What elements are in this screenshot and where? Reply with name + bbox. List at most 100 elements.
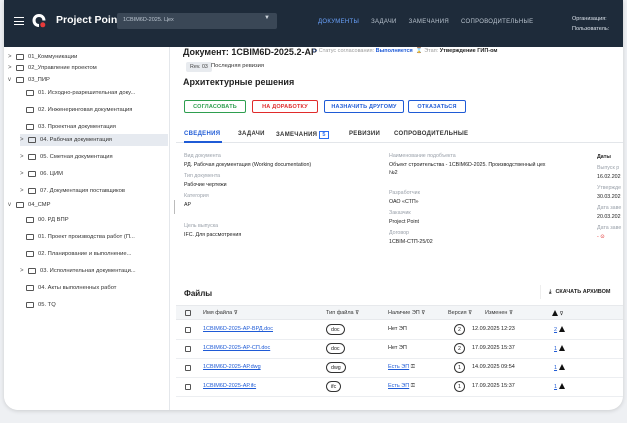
- info-label: Дата заве: [597, 205, 622, 211]
- ep-status[interactable]: Есть ЭП ⚿: [388, 364, 415, 371]
- tree-item[interactable]: >05. Сметная документация: [20, 151, 168, 163]
- tree-item[interactable]: 03. Проектная документация: [26, 121, 168, 133]
- tree-item[interactable]: v 04_СМР: [8, 199, 168, 211]
- tab-remarks[interactable]: ЗАМЕЧАНИЯ 5: [276, 131, 329, 139]
- caret-icon: >: [8, 65, 12, 71]
- info-doc-type: Вид документа РД. Рабочая документация (…: [184, 153, 384, 169]
- tab-revisions[interactable]: РЕВИЗИИ: [349, 131, 380, 137]
- select-all-checkbox[interactable]: [185, 310, 191, 316]
- status-label: Статус согласования:: [318, 48, 375, 54]
- col-remarks[interactable]: ⊽: [550, 310, 564, 317]
- remarks-count[interactable]: 1: [554, 383, 566, 390]
- nav-tasks[interactable]: ЗАДАЧИ: [371, 19, 397, 25]
- tree-item-label: 01. Исходно-разрешительная доку...: [38, 90, 136, 96]
- tree-item[interactable]: v 03_ПИР: [8, 74, 168, 86]
- tree-item[interactable]: >02_Управление проектом: [8, 62, 168, 74]
- remarks-count[interactable]: 1: [554, 364, 566, 371]
- file-name-link[interactable]: 1CBIM6D-2025-АР-ВРД.doc: [203, 326, 273, 332]
- col-ep[interactable]: Наличие ЭП ⊽: [388, 310, 425, 316]
- info-label: Тип документа: [184, 173, 221, 179]
- ep-link[interactable]: Есть ЭП: [388, 383, 409, 389]
- chevron-down-icon: ▼: [264, 15, 270, 21]
- refuse-button[interactable]: ОТКАЗАТЬСЯ: [408, 100, 466, 113]
- tree-item[interactable]: 00. РД ВПР: [26, 214, 168, 226]
- tree-item[interactable]: 01. Проект производства работ (П...: [26, 231, 168, 243]
- tree-item[interactable]: 02. Планирование и выполнение...: [26, 248, 168, 260]
- approval-icon: ▷: [313, 48, 318, 54]
- tree-item[interactable]: 05. ТQ: [26, 299, 168, 311]
- rework-button[interactable]: НА ДОРАБОТКУ: [252, 100, 318, 113]
- file-type-badge: dwg: [326, 362, 346, 373]
- filter-icon[interactable]: ⊽: [355, 310, 359, 316]
- project-select-value: 1CBIM6D-2025. Цех: [123, 17, 174, 23]
- folder-icon: [26, 90, 34, 96]
- version-badge: 1: [454, 362, 465, 373]
- tree-item-selected[interactable]: >04. Рабочая документация: [20, 134, 168, 146]
- tree-item[interactable]: >03. Исполнительная документаци...: [20, 265, 168, 277]
- menu-icon[interactable]: [14, 17, 24, 25]
- nav-remarks[interactable]: ЗАМЕЧАНИЯ: [409, 19, 449, 25]
- row-checkbox[interactable]: [185, 365, 191, 371]
- approval-status: ▷ Статус согласования: Выполняется ⌛ Эта…: [313, 48, 497, 54]
- filter-icon[interactable]: ⊽: [421, 310, 425, 316]
- file-name-link[interactable]: 1CBIM6D-2025-АР-СП.doc: [203, 345, 270, 351]
- remarks-count-link[interactable]: 1: [554, 346, 557, 352]
- tab-tasks[interactable]: ЗАДАЧИ: [238, 131, 265, 137]
- file-name-link[interactable]: 1CBIM6D-2025-АР.dwg: [203, 364, 261, 370]
- table-row[interactable]: 1CBIM6D-2025-АР-ВРД.doc doc Нет ЭП 2 12.…: [176, 321, 623, 340]
- filter-icon[interactable]: ⊽: [234, 310, 238, 316]
- row-checkbox[interactable]: [185, 384, 191, 390]
- caret-icon: >: [20, 137, 24, 143]
- tree-item-label: 02. Инженеринговая документация: [38, 107, 133, 113]
- changed-date: 14.09.2025 09:54: [472, 364, 515, 370]
- approve-button[interactable]: СОГЛАСОВАТЬ: [184, 100, 246, 113]
- info-value: 16.02.202: [597, 174, 621, 180]
- project-select[interactable]: 1CBIM6D-2025. Цех ▼: [117, 13, 277, 29]
- filter-icon[interactable]: ⊽: [468, 310, 472, 316]
- nav-accompanying[interactable]: СОПРОВОДИТЕЛЬНЫЕ: [461, 19, 533, 25]
- table-row[interactable]: 1CBIM6D-2025-АР-СП.doc doc Нет ЭП 2 17.0…: [176, 340, 623, 359]
- ep-link[interactable]: Есть ЭП: [388, 364, 409, 370]
- document-subtitle: Архитектурные решения: [183, 77, 295, 87]
- remarks-count-link[interactable]: 1: [554, 365, 557, 371]
- reassign-button[interactable]: НАЗНАЧИТЬ ДРУГОМУ: [324, 100, 404, 113]
- remarks-count-link[interactable]: 1: [554, 384, 557, 390]
- ep-status[interactable]: Есть ЭП ⚿: [388, 383, 415, 390]
- tree-item[interactable]: 04. Акты выполненных работ: [26, 282, 168, 294]
- tree-item[interactable]: 02. Инженеринговая документация: [26, 104, 168, 116]
- download-archive-button[interactable]: ⤓ СКАЧАТЬ АРХИВОМ: [540, 285, 623, 299]
- col-ep-label: Наличие ЭП: [388, 310, 420, 316]
- table-row[interactable]: 1CBIM6D-2025-АР.dwg dwg Есть ЭП ⚿ 1 14.0…: [176, 359, 623, 378]
- revision-badge: Rev. 03: [186, 62, 212, 72]
- tree-item-label: 04_СМР: [28, 202, 51, 208]
- splitter-handle[interactable]: [174, 200, 175, 214]
- remarks-count-link[interactable]: 2: [554, 327, 557, 333]
- col-type[interactable]: Тип файла ⊽: [326, 310, 359, 316]
- remarks-count[interactable]: 2: [554, 326, 566, 333]
- tree-item[interactable]: >07. Документация поставщиков: [20, 185, 168, 197]
- tree-item[interactable]: >06. ЦИМ: [20, 168, 168, 180]
- folder-icon: [16, 54, 24, 60]
- date4-value: -: [597, 234, 599, 240]
- filter-icon[interactable]: ⊽: [509, 310, 513, 316]
- table-row[interactable]: 1CBIM6D-2025-АР.ifc ifc Есть ЭП ⚿ 1 17.0…: [176, 378, 623, 397]
- row-checkbox[interactable]: [185, 327, 191, 333]
- revision-text: Последняя ревизия: [211, 63, 265, 69]
- info-label: Цель выпуска: [184, 223, 219, 229]
- file-name-link[interactable]: 1CBIM6D-2025-АР.ifc: [203, 383, 256, 389]
- row-checkbox[interactable]: [185, 346, 191, 352]
- nav-documents[interactable]: ДОКУМЕНТЫ: [318, 19, 359, 25]
- remarks-count[interactable]: 1: [554, 345, 566, 352]
- tab-bar: СВЕДЕНИЯ ЗАДАЧИ ЗАМЕЧАНИЯ 5 РЕВИЗИИ СОПРО…: [176, 127, 623, 143]
- file-type-badge: doc: [326, 324, 345, 335]
- col-version-label: Версия: [448, 310, 467, 316]
- col-name[interactable]: Имя файла ⊽: [203, 310, 238, 316]
- tree-item[interactable]: 01. Исходно-разрешительная доку...: [26, 87, 168, 99]
- folder-tree: >01_Коммуникации >02_Управление проектом…: [4, 47, 170, 410]
- col-changed[interactable]: Изменен ⊽: [485, 310, 513, 316]
- col-version[interactable]: Версия ⊽: [448, 310, 472, 316]
- filter-icon[interactable]: ⊽: [560, 311, 564, 317]
- info-value: 1CBIM-СТП-25/02: [389, 239, 433, 245]
- tab-info[interactable]: СВЕДЕНИЯ: [184, 131, 220, 137]
- tab-accompanying[interactable]: СОПРОВОДИТЕЛЬНЫЕ: [394, 131, 468, 137]
